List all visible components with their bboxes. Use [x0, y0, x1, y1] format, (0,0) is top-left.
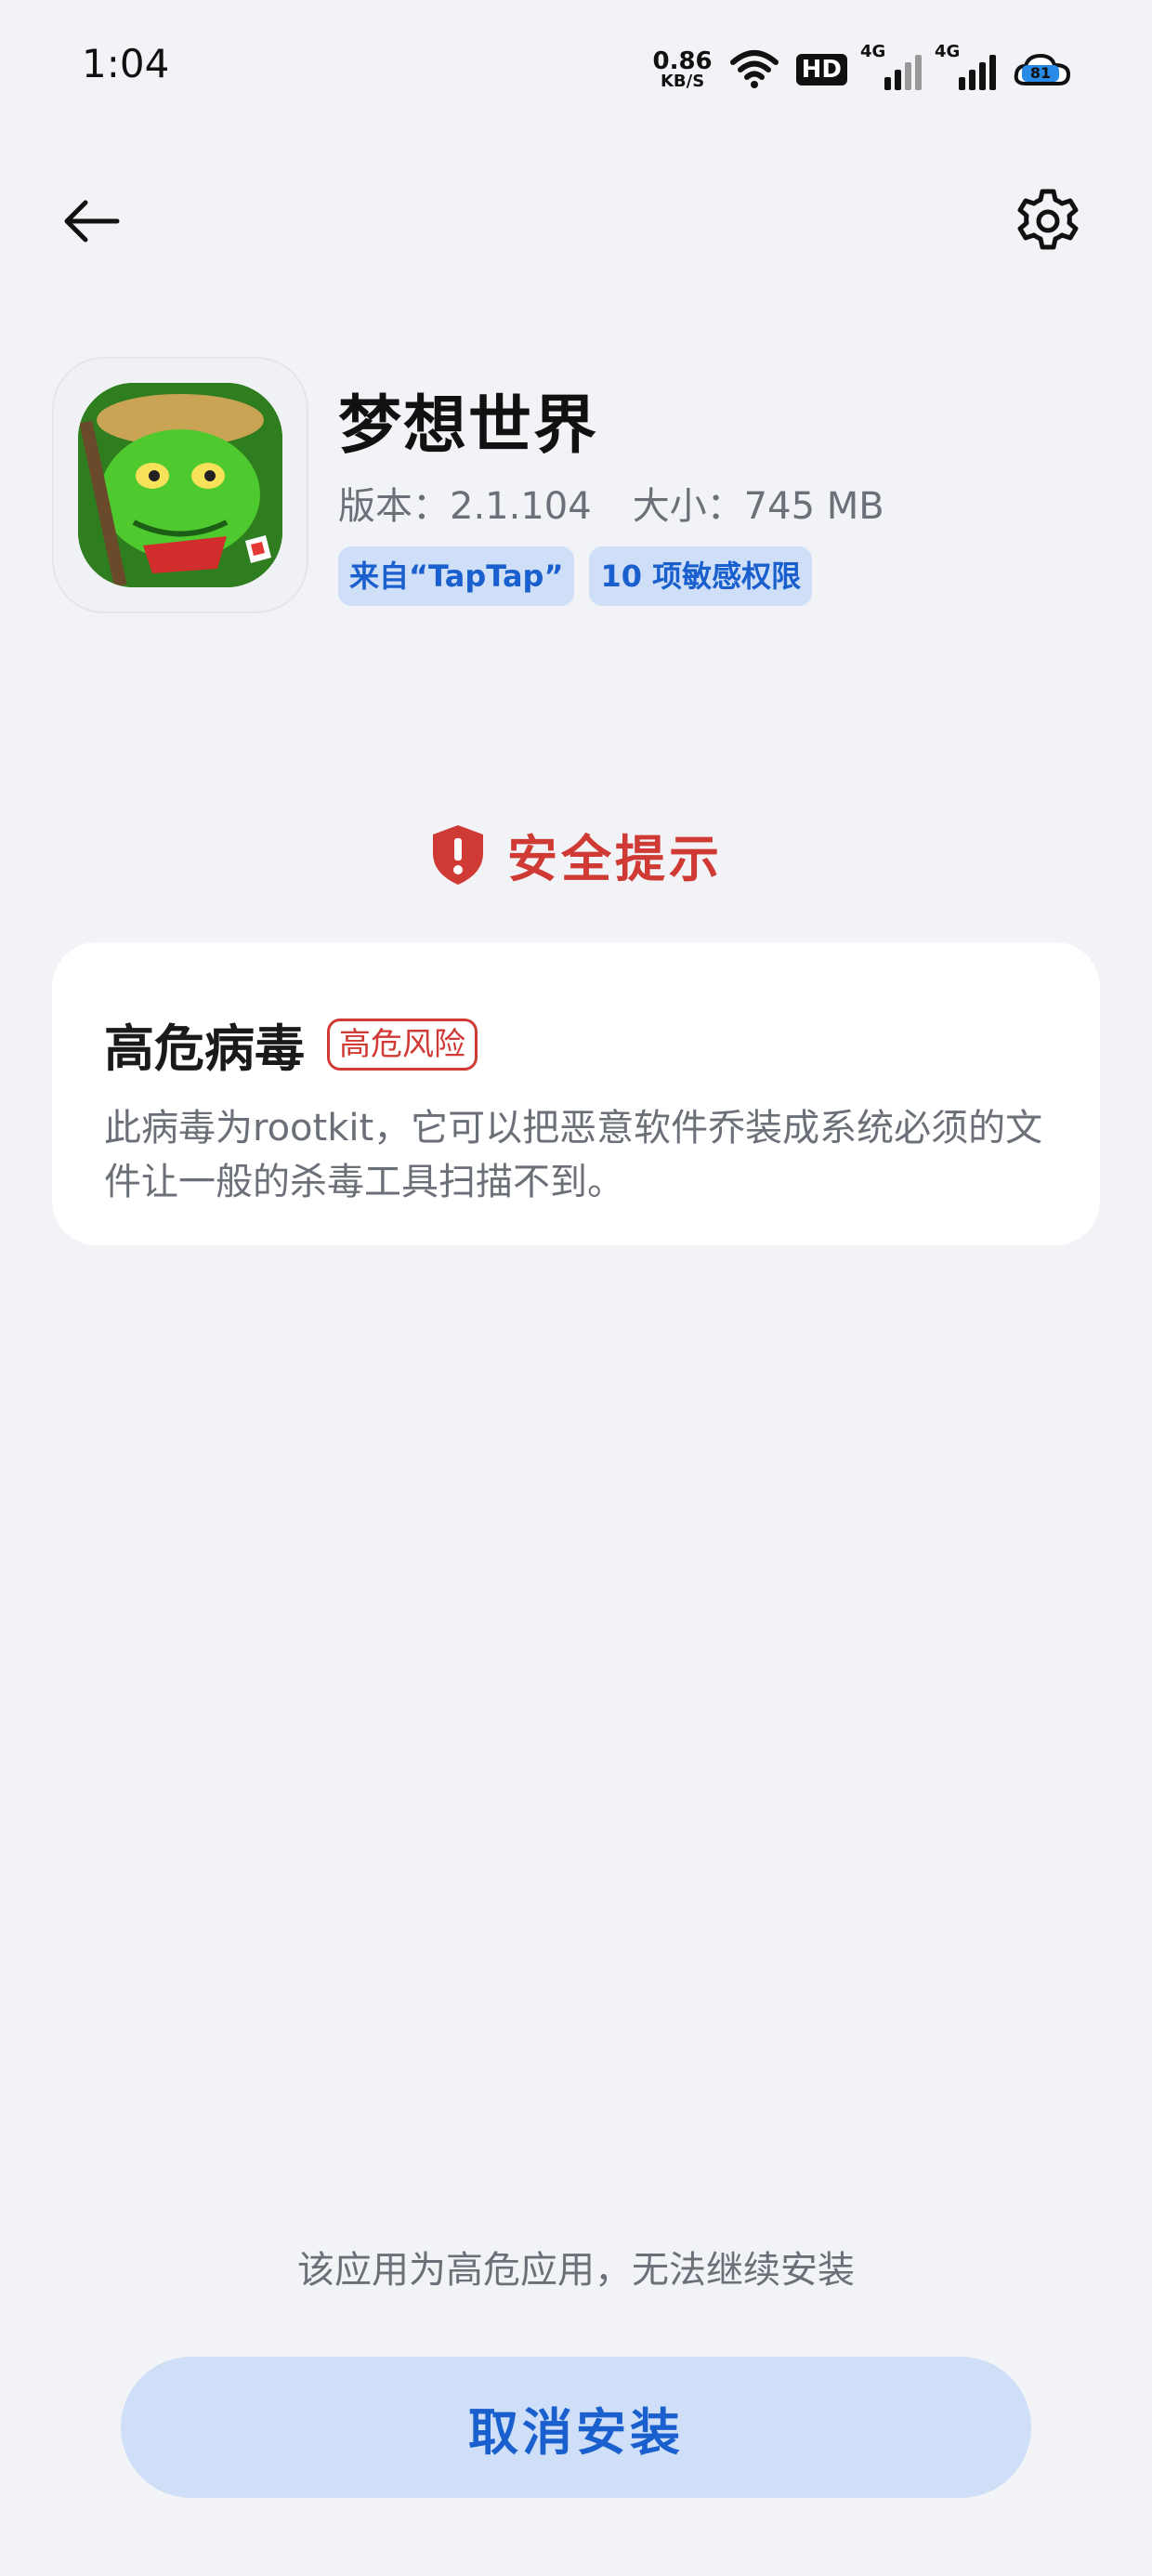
- shield-alert-icon: [433, 824, 483, 885]
- hd-badge: HD: [795, 54, 847, 85]
- threat-title-row: 高危病毒 高危风险: [104, 1007, 1048, 1081]
- app-version: 版本：2.1.104: [338, 485, 592, 528]
- app-icon: [78, 383, 282, 587]
- gear-icon: [1017, 189, 1079, 250]
- permissions-chip[interactable]: 10 项敏感权限: [589, 546, 813, 606]
- security-heading: 安全提示: [0, 818, 1152, 891]
- back-button[interactable]: [52, 182, 130, 260]
- app-name: 梦想世界: [338, 389, 599, 463]
- threat-description: 此病毒为rootkit，它可以把恶意软件乔装成系统必须的文件让一般的杀毒工具扫描…: [104, 1107, 1043, 1203]
- cancel-install-button[interactable]: 取消安装: [121, 2357, 1031, 2498]
- threat-title: 高危病毒: [104, 1019, 305, 1078]
- net-speed-unit: KB/S: [660, 72, 705, 91]
- arrow-left-icon: [64, 200, 120, 243]
- install-blocked-note: 该应用为高危应用，无法继续安装: [297, 2249, 855, 2292]
- source-chip[interactable]: 来自“TapTap”: [338, 546, 575, 606]
- battery-level: 81: [1030, 64, 1051, 82]
- signal-label-2: 4G: [935, 42, 961, 61]
- app-size: 大小：745 MB: [632, 485, 884, 528]
- settings-button[interactable]: [1003, 177, 1093, 266]
- wifi-icon: [729, 50, 779, 88]
- signal-icon-2: 4G: [935, 42, 996, 90]
- signal-icon: 4G: [860, 42, 922, 90]
- battery-icon: 81: [1013, 52, 1072, 87]
- status-time: 1:04: [82, 41, 170, 86]
- status-icons: 0.86 KB/S HD 4G 4G 81: [653, 42, 1073, 95]
- net-speed-value: 0.86: [652, 47, 713, 75]
- risk-badge: 高危风险: [327, 1018, 478, 1071]
- app-chips: 来自“TapTap” 10 项敏感权限: [338, 546, 813, 606]
- threat-card: 高危病毒 高危风险 此病毒为rootkit，它可以把恶意软件乔装成系统必须的文件…: [52, 942, 1100, 1245]
- signal-label: 4G: [860, 42, 886, 61]
- security-title: 安全提示: [507, 830, 723, 888]
- net-speed: 0.86 KB/S: [653, 49, 713, 90]
- app-icon-container: [52, 357, 308, 613]
- app-meta: 版本：2.1.104 大小：745 MB: [338, 476, 884, 530]
